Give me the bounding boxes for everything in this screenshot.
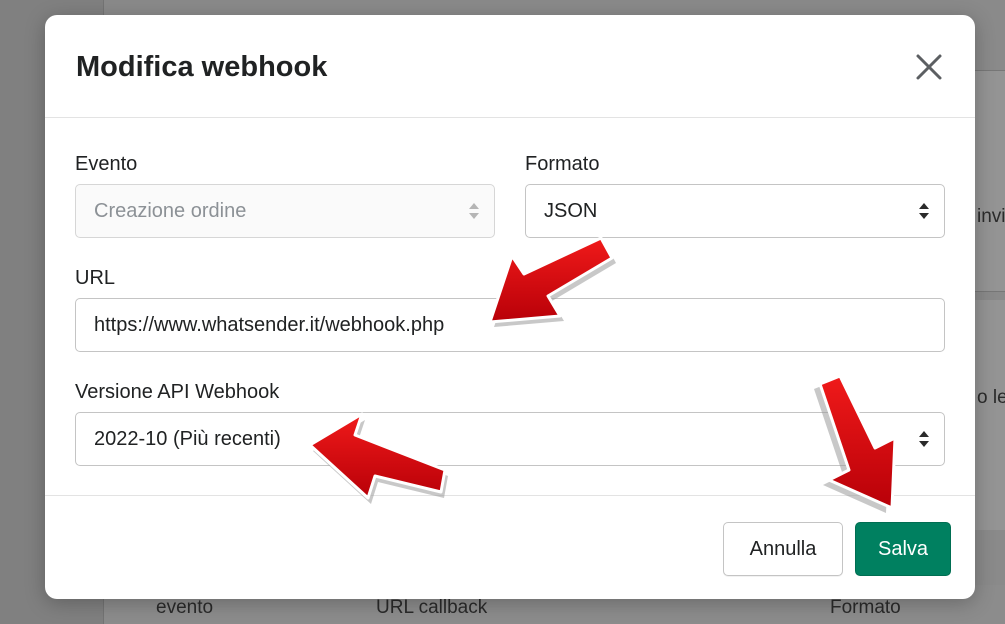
arrow-save-icon [814, 374, 897, 513]
annotation-arrows [308, 236, 897, 513]
arrow-url-icon [488, 236, 616, 327]
arrow-api-version-icon [308, 412, 448, 504]
